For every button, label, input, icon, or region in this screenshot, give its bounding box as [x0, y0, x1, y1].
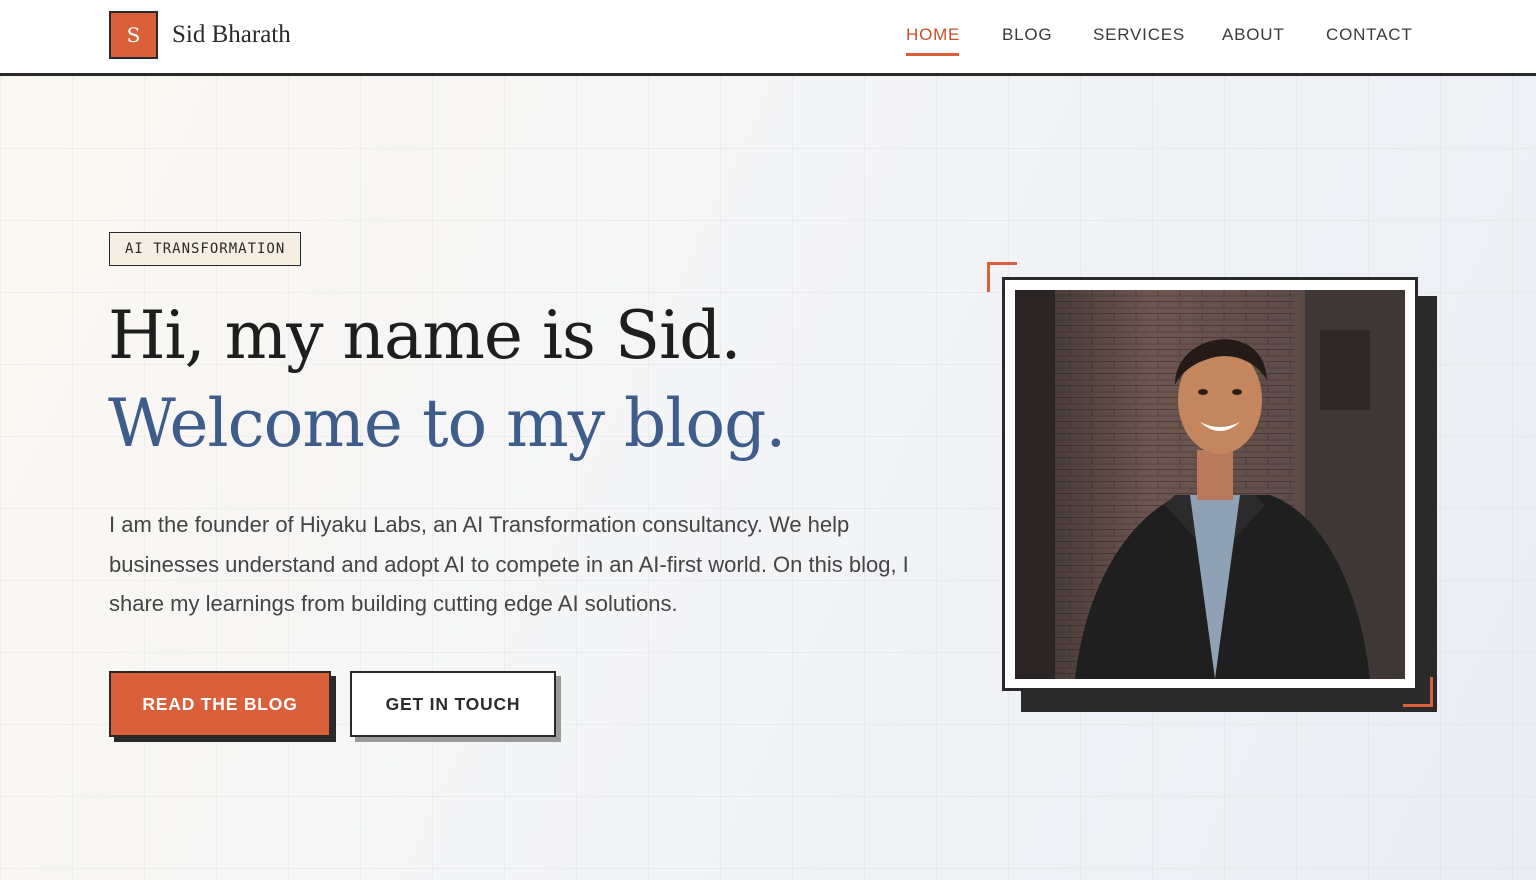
- site-header: S Sid Bharath HOME BLOG SERVICES ABOUT C…: [0, 0, 1536, 76]
- nav-active-underline: [906, 53, 959, 56]
- nav-blog[interactable]: BLOG: [1002, 24, 1052, 46]
- headline-welcome: Welcome to my blog.: [108, 385, 786, 462]
- nav-services[interactable]: SERVICES: [1093, 24, 1185, 46]
- topic-tag: AI TRANSFORMATION: [109, 232, 302, 266]
- intro-paragraph: I am the founder of Hiyaku Labs, an AI T…: [109, 512, 909, 616]
- get-in-touch-button[interactable]: GET IN TOUCH: [350, 671, 556, 737]
- nav-about[interactable]: ABOUT: [1222, 24, 1285, 46]
- nav-home[interactable]: HOME: [906, 24, 960, 46]
- brand-name[interactable]: Sid Bharath: [172, 18, 291, 52]
- photo-corner-accent-top-left: [987, 262, 1017, 292]
- logo-letter: S: [126, 23, 141, 47]
- nav-contact[interactable]: CONTACT: [1326, 24, 1413, 46]
- logo-badge[interactable]: S: [109, 11, 158, 59]
- profile-photo: [1015, 290, 1405, 679]
- read-the-blog-button[interactable]: READ THE BLOG: [109, 671, 331, 737]
- profile-photo-illustration: [1015, 290, 1405, 679]
- headline-greeting: Hi, my name is Sid.: [108, 297, 741, 374]
- photo-corner-accent-bottom-right: [1403, 677, 1433, 707]
